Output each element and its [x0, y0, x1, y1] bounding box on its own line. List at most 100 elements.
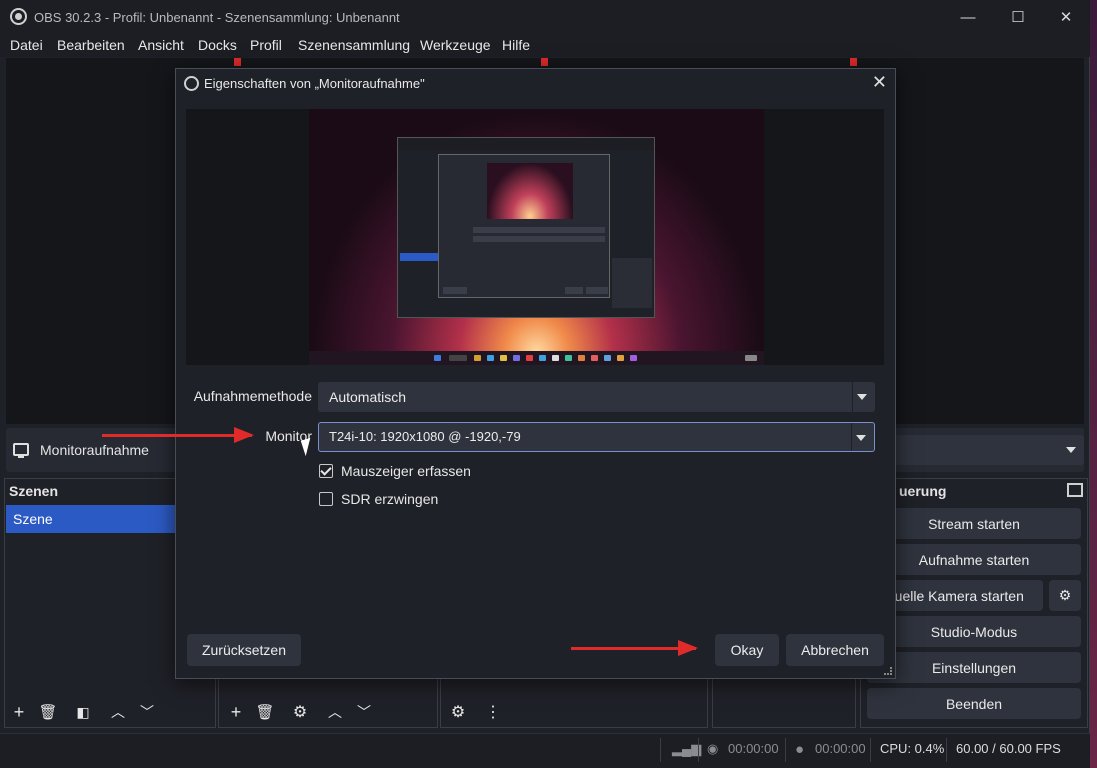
capture-method-select[interactable]: Automatisch [318, 382, 875, 412]
scenes-title: Szenen [9, 483, 59, 499]
status-separator [946, 738, 947, 762]
desktop-background [1090, 0, 1097, 768]
nested-button [443, 287, 467, 294]
gear-icon[interactable]: ⚙ [1049, 580, 1081, 611]
chevron-down-icon [1066, 447, 1076, 453]
minimize-button[interactable]: — [944, 0, 992, 34]
monitor-value: T24i-10: 1920x1080 @ -1920,-79 [329, 429, 521, 444]
cpu-usage: CPU: 0.4% [880, 741, 945, 756]
move-up-icon[interactable]: ︿ [105, 699, 131, 725]
menu-bearbeiten[interactable]: Bearbeiten [57, 37, 125, 53]
taskbar-icon [526, 355, 533, 361]
status-separator [870, 738, 871, 762]
nested-combo [473, 236, 605, 242]
nested-controls [612, 258, 652, 308]
nested-preview [487, 163, 573, 219]
taskbar-clock [745, 355, 757, 361]
nested-button [586, 287, 608, 294]
close-icon[interactable]: ✕ [872, 72, 887, 93]
annotation-arrow [571, 640, 698, 656]
more-options-icon[interactable]: ⋮ [480, 699, 506, 725]
menu-datei[interactable]: Datei [10, 37, 43, 53]
scene-list-item[interactable]: Szene [6, 505, 181, 533]
dialog-title: Eigenschaften von „Monitoraufnahme" [204, 76, 425, 91]
force-sdr-checkbox[interactable] [319, 492, 333, 506]
source-name: Monitoraufnahme [40, 442, 149, 458]
obs-logo-icon [184, 76, 199, 91]
taskbar-icon [565, 355, 572, 361]
taskbar-icon [539, 355, 546, 361]
taskbar-icon [500, 355, 507, 361]
maximize-button[interactable]: ☐ [994, 0, 1042, 34]
stream-start-button[interactable]: Stream starten [867, 508, 1081, 539]
resize-grip-icon[interactable] [884, 667, 892, 675]
capture-method-label: Aufnahmemethode [193, 388, 312, 404]
taskbar-icon [487, 355, 494, 361]
taskbar-icon [604, 355, 611, 361]
obs-logo-icon [10, 8, 27, 25]
trash-icon[interactable]: 🗑 [252, 699, 278, 725]
add-source-icon[interactable]: + [223, 699, 249, 725]
nested-dialog [438, 154, 610, 298]
settings-button[interactable]: Einstellungen [867, 652, 1081, 683]
filter-icon[interactable]: ◧ [70, 699, 96, 725]
move-down-icon[interactable]: ﹀ [351, 699, 377, 725]
nested-button [565, 287, 583, 294]
menu-profil[interactable]: Profil [250, 37, 282, 53]
nested-combo [473, 227, 605, 233]
cancel-button[interactable]: Abbrechen [786, 634, 884, 666]
status-bar: ▂▄▆ ◉ 00:00:00 ● 00:00:00 CPU: 0.4% 60.0… [0, 733, 1090, 768]
properties-dialog: Eigenschaften von „Monitoraufnahme" ✕ Au… [175, 68, 896, 679]
stream-time: 00:00:00 [728, 741, 779, 756]
status-separator [660, 738, 661, 762]
nested-scene-item [400, 253, 438, 261]
capture-cursor-label: Mauszeiger erfassen [341, 463, 471, 479]
status-separator [698, 738, 699, 762]
studio-mode-button[interactable]: Studio-Modus [867, 616, 1081, 647]
undock-icon[interactable] [1067, 483, 1083, 497]
reset-button[interactable]: Zurücksetzen [187, 634, 301, 666]
taskbar-icon [630, 355, 637, 361]
menu-ansicht[interactable]: Ansicht [138, 37, 184, 53]
signal-icon: ▂▄▆ [672, 741, 702, 756]
exit-button[interactable]: Beenden [867, 688, 1081, 719]
record-time: 00:00:00 [815, 741, 866, 756]
ok-button[interactable]: Okay [715, 634, 779, 666]
preview-marker [234, 58, 241, 66]
window-title: OBS 30.2.3 - Profil: Unbenannt - Szenens… [34, 10, 400, 25]
menu-bar: Datei Bearbeiten Ansicht Docks Profil Sz… [0, 34, 1090, 57]
move-up-icon[interactable]: ︿ [322, 699, 348, 725]
title-bar: OBS 30.2.3 - Profil: Unbenannt - Szenens… [0, 0, 1090, 34]
annotation-arrow [102, 427, 254, 443]
trash-icon[interactable]: 🗑 [35, 699, 61, 725]
move-down-icon[interactable]: ﹀ [134, 699, 160, 725]
fps-readout: 60.00 / 60.00 FPS [956, 741, 1061, 756]
source-preview [186, 109, 884, 365]
gear-icon[interactable]: ⚙ [287, 699, 313, 725]
chevron-down-icon [856, 435, 866, 441]
add-scene-icon[interactable]: + [6, 699, 32, 725]
status-separator [785, 738, 786, 762]
combo-divider [851, 423, 852, 451]
taskbar-icon [617, 355, 624, 361]
source-select[interactable] [894, 435, 1084, 465]
capture-cursor-checkbox[interactable] [319, 464, 333, 478]
monitor-icon [13, 443, 29, 458]
record-start-button[interactable]: Aufnahme starten [867, 544, 1081, 575]
menu-docks[interactable]: Docks [198, 37, 237, 53]
record-status-icon: ● [795, 741, 805, 758]
menu-hilfe[interactable]: Hilfe [502, 37, 530, 53]
monitor-select[interactable]: T24i-10: 1920x1080 @ -1920,-79 [318, 422, 875, 452]
nested-taskbar [309, 351, 764, 365]
taskbar-icon [434, 355, 441, 361]
taskbar-icon [578, 355, 585, 361]
close-button[interactable]: ✕ [1042, 0, 1090, 34]
force-sdr-label: SDR erzwingen [341, 491, 439, 507]
capture-method-value: Automatisch [329, 389, 407, 405]
menu-szenensammlung[interactable]: Szenensammlung [298, 37, 410, 53]
taskbar-icon [591, 355, 598, 361]
gear-icon[interactable]: ⚙ [445, 699, 471, 725]
menu-werkzeuge[interactable]: Werkzeuge [420, 37, 491, 53]
combo-divider [852, 382, 853, 412]
controls-title: uerung [899, 483, 947, 499]
